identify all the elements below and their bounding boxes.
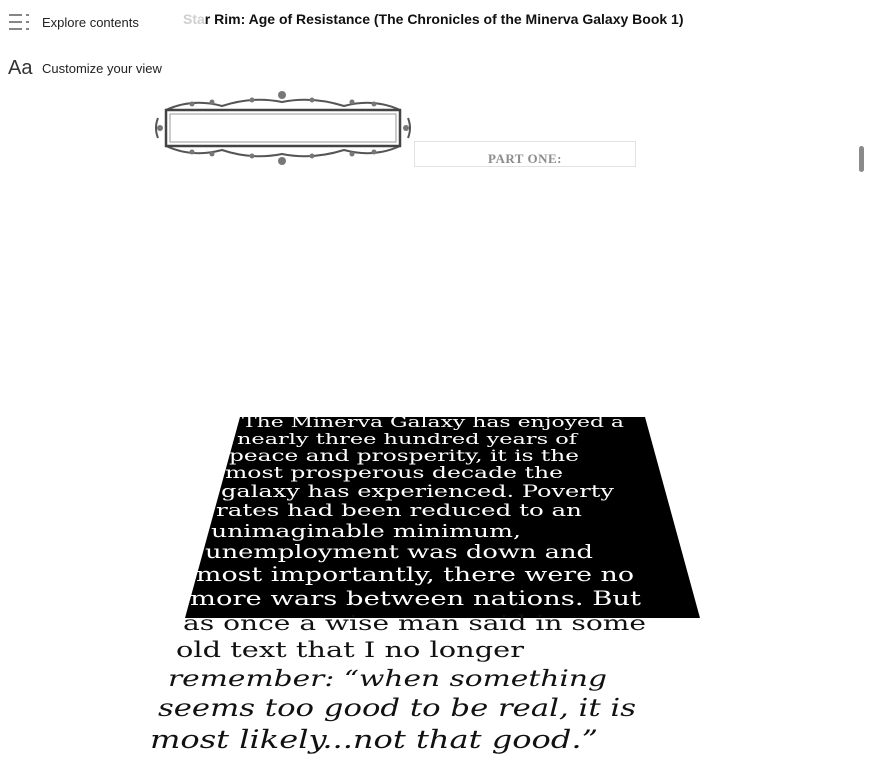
- crawl-line: as once a wise man said in some: [183, 611, 646, 635]
- crawl-line: unimaginable minimum,: [211, 522, 521, 542]
- crawl-line: most likely...not that good.”: [150, 725, 598, 754]
- crawl-line: rates had been reduced to an: [216, 501, 582, 521]
- crawl-line: most prosperous decade the: [225, 463, 563, 482]
- opening-crawl: The Minerva Galaxy has enjoyed anearly t…: [150, 413, 700, 754]
- crawl-line: most importantly, there were no: [196, 563, 634, 586]
- crawl-line: old text that I no longer: [176, 638, 525, 663]
- crawl-line: galaxy has experienced. Poverty: [221, 482, 615, 501]
- crawl-line: seems too good to be real, it is: [158, 694, 636, 722]
- crawl-line: unemployment was down and: [205, 542, 593, 563]
- crawl-line: The Minerva Galaxy has enjoyed a: [242, 413, 624, 431]
- crawl-line: remember: “when something: [168, 666, 607, 692]
- crawl-line: more wars between nations. But: [190, 586, 641, 610]
